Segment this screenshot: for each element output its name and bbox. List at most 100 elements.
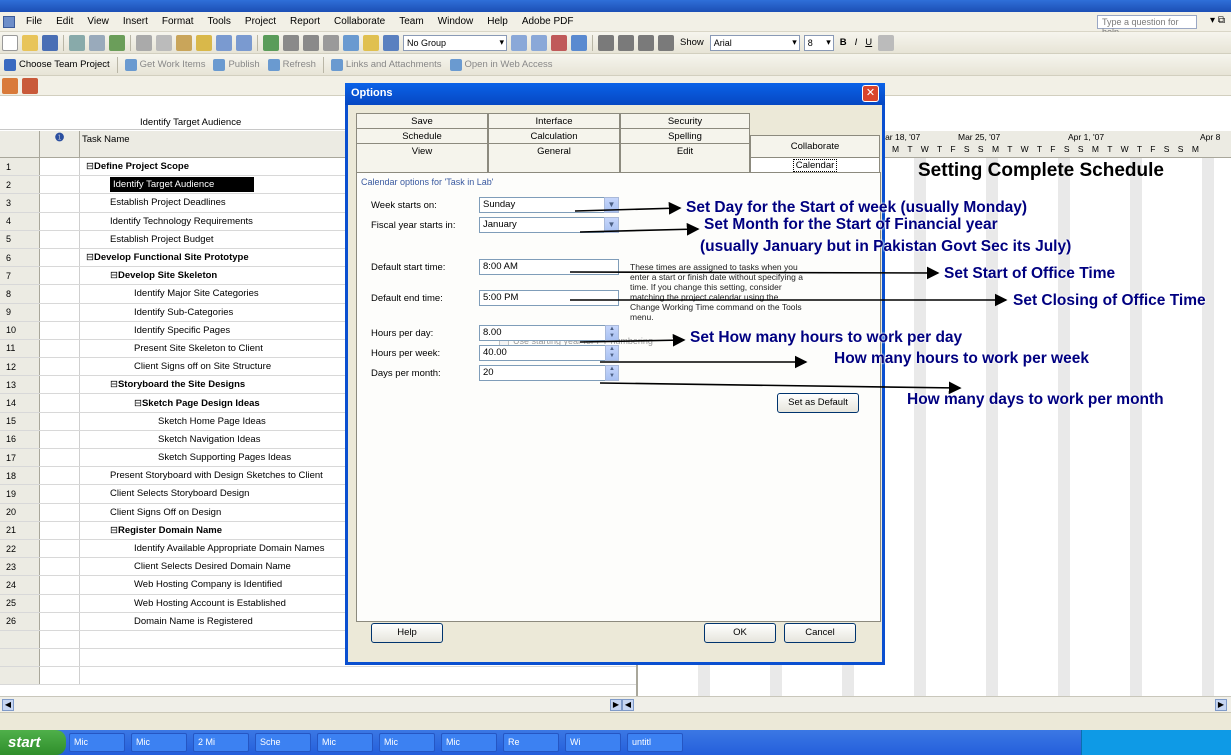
group-select[interactable]: No Group	[403, 34, 507, 51]
taskbar-item[interactable]: Re	[503, 733, 559, 752]
zoom-in-icon[interactable]	[511, 34, 527, 51]
font-size-select[interactable]: 8	[803, 34, 834, 51]
scroll-left-icon[interactable]: ◀	[2, 699, 14, 711]
spin-arrows-icon[interactable]: ▲ ▼	[605, 365, 619, 381]
horizontal-scrollbar[interactable]: ◀ ▶ ◀ ▶	[0, 696, 1231, 712]
taskbar-item[interactable]: Mic	[441, 733, 497, 752]
collapse-icon[interactable]: ⊟	[110, 379, 118, 390]
bold-button[interactable]: B	[836, 37, 851, 48]
taskbar-item[interactable]: Sche	[255, 733, 311, 752]
row-number[interactable]: 26	[0, 612, 40, 630]
show-subtasks-icon[interactable]	[638, 34, 654, 51]
row-number[interactable]: 3	[0, 194, 40, 212]
help-button[interactable]: Help	[371, 623, 443, 643]
chevron-down-icon[interactable]: ▼	[604, 217, 619, 233]
spin-arrows-icon[interactable]: ▲ ▼	[605, 325, 619, 341]
row-number[interactable]: 23	[0, 558, 40, 576]
row-number[interactable]: 15	[0, 412, 40, 430]
row-number[interactable]: 13	[0, 376, 40, 394]
menu-adobe-pdf[interactable]: Adobe PDF	[515, 16, 581, 27]
spelling-icon[interactable]	[109, 34, 125, 51]
copy-icon[interactable]	[156, 34, 172, 51]
row-number[interactable]	[0, 630, 40, 649]
redo-icon[interactable]	[236, 34, 252, 51]
taskbar-item[interactable]: 2 Mi	[193, 733, 249, 752]
menu-collaborate[interactable]: Collaborate	[327, 16, 392, 27]
row-number[interactable]	[0, 667, 40, 685]
row-number[interactable]: 6	[0, 248, 40, 267]
menu-window[interactable]: Window	[431, 16, 481, 27]
row-number[interactable]: 19	[0, 485, 40, 503]
ok-button[interactable]: OK	[704, 623, 776, 643]
start-button[interactable]: start	[0, 730, 66, 755]
menu-tools[interactable]: Tools	[201, 16, 238, 27]
taskbar-item[interactable]: untitl	[627, 733, 683, 752]
row-number[interactable]: 22	[0, 539, 40, 558]
scroll-right-icon[interactable]: ▶	[1215, 699, 1227, 711]
row-number[interactable]: 14	[0, 394, 40, 412]
split-task-icon[interactable]	[323, 34, 339, 51]
chevron-down-icon[interactable]: ▼	[604, 197, 619, 213]
underline-button[interactable]: U	[861, 37, 876, 48]
menu-edit[interactable]: Edit	[49, 16, 80, 27]
tab-save[interactable]: Save	[356, 113, 488, 129]
help-icon[interactable]	[571, 34, 587, 51]
tab-security[interactable]: Security	[620, 113, 750, 129]
row-number[interactable]: 10	[0, 321, 40, 339]
menu-view[interactable]: View	[80, 16, 116, 27]
row-number[interactable]: 20	[0, 503, 40, 521]
cancel-button[interactable]: Cancel	[784, 623, 856, 643]
taskbar-item[interactable]: Wi	[565, 733, 621, 752]
taskbar-item[interactable]: Mic	[379, 733, 435, 752]
week-starts-select[interactable]: Sunday ▼	[479, 197, 619, 213]
tab-interface[interactable]: Interface	[488, 113, 620, 129]
menu-project[interactable]: Project	[238, 16, 283, 27]
show-menu[interactable]: Show	[676, 37, 708, 48]
open-icon[interactable]	[22, 34, 38, 51]
row-number[interactable]: 4	[0, 212, 40, 230]
set-as-default-button[interactable]: Set as Default	[777, 393, 859, 413]
view-2-icon[interactable]	[22, 77, 38, 94]
print-preview-icon[interactable]	[89, 34, 105, 51]
get-work-items-button[interactable]: Get Work Items	[121, 58, 210, 71]
tab-spelling[interactable]: Spelling	[620, 128, 750, 144]
row-number[interactable]: 8	[0, 285, 40, 303]
unlink-tasks-icon[interactable]	[303, 34, 319, 51]
row-number[interactable]: 1	[0, 158, 40, 176]
tab-calendar[interactable]: Calendar	[750, 157, 880, 173]
task-name-cell[interactable]	[80, 667, 636, 684]
taskbar-item[interactable]: Mic	[317, 733, 373, 752]
hide-subtasks-icon[interactable]	[658, 34, 674, 51]
assign-resources-icon[interactable]	[383, 34, 399, 51]
font-select[interactable]: Arial	[709, 34, 800, 51]
tab-view[interactable]: View	[356, 143, 488, 173]
taskbar-item[interactable]: Mic	[69, 733, 125, 752]
hours-week-spinner[interactable]: 40.00 ▲ ▼	[479, 345, 619, 361]
menu-team[interactable]: Team	[392, 16, 430, 27]
menu-file[interactable]: File	[19, 16, 49, 27]
tab-general[interactable]: General	[488, 143, 620, 173]
row-number[interactable]: 18	[0, 467, 40, 485]
row-number[interactable]: 21	[0, 521, 40, 539]
undo-icon[interactable]	[216, 34, 232, 51]
ask-question-input[interactable]: Type a question for help	[1097, 15, 1197, 37]
row-number[interactable]: 24	[0, 576, 40, 594]
task-row[interactable]	[0, 667, 636, 686]
insert-hyperlink-icon[interactable]	[263, 34, 279, 51]
collapse-icon[interactable]: ⊟	[134, 398, 142, 409]
links-attachments-button[interactable]: Links and Attachments	[327, 58, 446, 71]
menu-report[interactable]: Report	[283, 16, 327, 27]
menu-insert[interactable]: Insert	[116, 16, 155, 27]
view-icon[interactable]	[2, 77, 18, 94]
tab-edit[interactable]: Edit	[620, 143, 750, 173]
save-icon[interactable]	[42, 34, 58, 51]
tab-calculation[interactable]: Calculation	[488, 128, 620, 144]
hours-day-spinner[interactable]: 8.00 ▲ ▼	[479, 325, 619, 341]
row-number[interactable]: 11	[0, 339, 40, 358]
spin-arrows-icon[interactable]: ▲ ▼	[605, 345, 619, 361]
collapse-icon[interactable]: ⊟	[86, 161, 94, 172]
start-time-input[interactable]: 8:00 AM	[479, 259, 619, 275]
indent-icon[interactable]	[618, 34, 634, 51]
choose-team-project-button[interactable]: Choose Team Project	[0, 58, 114, 71]
publish-button[interactable]: Publish	[209, 58, 263, 71]
